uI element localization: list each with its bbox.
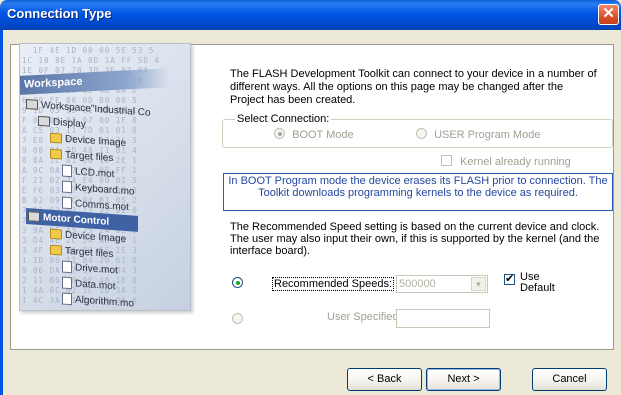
back-button[interactable]: < Back	[347, 368, 422, 391]
file-icon	[62, 180, 72, 194]
boot-mode-label: BOOT Mode	[292, 129, 354, 141]
boot-info-box: In BOOT Program mode the device erases i…	[223, 173, 613, 211]
file-icon	[62, 276, 72, 290]
chevron-down-icon[interactable]: ▼	[471, 277, 486, 291]
kernel-running-checkbox[interactable]: Kernel already running	[441, 155, 571, 168]
tree-item-label: Data.mot	[75, 277, 116, 292]
close-icon: ✕	[602, 5, 615, 22]
folder-icon	[50, 148, 62, 160]
folder-icon	[50, 228, 62, 240]
file-icon	[62, 196, 72, 210]
user-mode-radio-indicator[interactable]	[416, 128, 427, 139]
user-specified-label: User Specified:	[327, 311, 402, 323]
intro-text: The FLASH Development Toolkit can connec…	[230, 68, 597, 106]
boot-info-text: In BOOT Program mode the device erases i…	[228, 175, 608, 199]
tree-item-label: LCD.mot	[75, 165, 115, 180]
tree-item-label: Device Image	[65, 133, 127, 149]
kernel-running-check-indicator[interactable]	[441, 155, 452, 166]
project-icon	[28, 211, 40, 222]
window-title: Connection Type	[7, 6, 112, 21]
user-mode-label: USER Program Mode	[434, 129, 541, 141]
use-default-check-indicator[interactable]	[504, 272, 515, 285]
recommended-speed-select[interactable]: 500000 ▼	[396, 275, 488, 293]
project-icon	[38, 115, 50, 127]
workspace-tree: Workspace"Industrial Co Display Device Ima…	[26, 96, 190, 310]
tree-item-label: Algorithm.mo	[75, 293, 134, 310]
user-specified-input[interactable]	[396, 309, 490, 328]
kernel-running-label: Kernel already running	[460, 156, 571, 168]
cancel-button[interactable]: Cancel	[532, 368, 607, 391]
recommended-speed-radio-indicator[interactable]	[232, 277, 243, 288]
tree-item-label: Comms.mot	[75, 197, 129, 213]
file-icon	[62, 164, 72, 178]
recommended-speed-radio[interactable]	[232, 277, 243, 290]
close-button[interactable]: ✕	[598, 4, 619, 25]
file-icon	[62, 260, 72, 274]
tree-item-label: Keyboard.mo	[75, 181, 135, 198]
tree-item-label: Target files	[65, 149, 114, 164]
user-mode-radio[interactable]: USER Program Mode	[416, 128, 540, 141]
workspace-illustration: 1F 4E 1D 00 00 5E 53 5 1C 10 8E 1A 0D 1A…	[19, 43, 191, 311]
tree-item-label: Device Image	[65, 229, 127, 245]
tree-item-label: Drive.mot	[75, 261, 118, 276]
user-specified-radio[interactable]	[232, 313, 243, 326]
folder-icon	[50, 244, 62, 256]
user-specified-radio-indicator[interactable]	[232, 313, 243, 324]
select-connection-legend: Select Connection:	[235, 113, 332, 125]
use-default-checkbox[interactable]: Use Default	[504, 272, 555, 294]
tree-item-label: Target files	[65, 245, 114, 260]
use-default-label-line2: Default	[520, 282, 555, 294]
speed-description: The Recommended Speed setting is based o…	[230, 221, 600, 257]
project-icon	[26, 99, 38, 110]
recommended-speed-label: Recommended Speeds:	[272, 277, 395, 291]
folder-icon	[50, 132, 62, 144]
title-bar: Connection Type ✕	[0, 0, 621, 30]
recommended-speed-value: 500000	[399, 278, 436, 290]
boot-mode-radio-indicator[interactable]	[274, 128, 285, 139]
next-button[interactable]: Next >	[426, 368, 501, 391]
use-default-label: Use Default	[520, 272, 555, 294]
tree-item-label: Display	[53, 116, 86, 130]
boot-mode-radio[interactable]: BOOT Mode	[274, 128, 354, 141]
file-icon	[62, 292, 72, 306]
